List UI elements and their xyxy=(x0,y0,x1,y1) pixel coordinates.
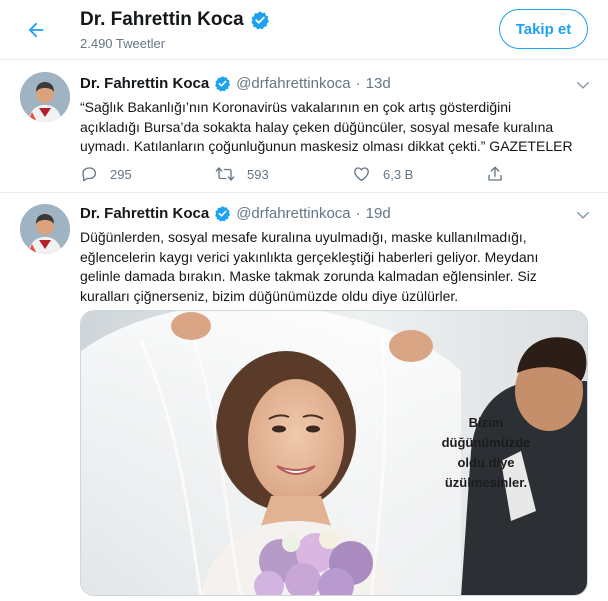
tweet-count: 2.490 Tweetler xyxy=(80,36,166,51)
more-options-button[interactable] xyxy=(575,77,591,93)
share-icon xyxy=(488,166,502,181)
tweet-text-line: Düğünlerden, sosyal mesafe kuralına uyul… xyxy=(80,229,527,245)
chevron-down-icon xyxy=(577,211,589,219)
separator-dot: · xyxy=(355,205,361,222)
chevron-down-icon xyxy=(577,81,589,89)
tweet-timestamp[interactable]: 13d xyxy=(366,75,391,92)
media-caption-line: üzülmesinler. xyxy=(444,475,528,490)
media-caption-line: oldu diye xyxy=(457,455,515,470)
profile-name-block: Dr. Fahrettin Koca xyxy=(80,9,270,31)
reply-count: 295 xyxy=(110,166,132,182)
tweet-text-line: “Sağlık Bakanlığı’nın Koronavirüs vakala… xyxy=(80,99,512,115)
tweet-text-line: açıkladığı Bursa’da sokakta halay çeken … xyxy=(80,118,554,135)
tweet-text: Düğünlerden, sosyal mesafe kuralına uyul… xyxy=(80,228,595,306)
retweet-icon xyxy=(215,167,235,181)
avatar-image xyxy=(20,72,70,122)
tweet-text-line: kuralları çiğnerseniz, bizim düğünümüzde… xyxy=(80,287,459,304)
author-name[interactable]: Dr. Fahrettin Koca xyxy=(80,75,209,92)
heart-icon xyxy=(354,167,369,182)
reply-icon xyxy=(82,167,97,182)
tweet-media-image[interactable]: Bizim düğünümüzde oldu diye üzülmesinler… xyxy=(80,310,588,596)
tweet-timestamp[interactable]: 19d xyxy=(366,205,391,222)
verified-badge-icon xyxy=(215,76,231,92)
like-button[interactable]: 6,3 B xyxy=(352,165,413,183)
separator-dot: · xyxy=(355,75,361,92)
media-caption: Bizim düğünümüzde oldu diye üzülmesinler… xyxy=(433,413,539,493)
tweet-text-line: eğlencelerin kaygı verici yakınlıkta ger… xyxy=(80,248,539,265)
retweet-count: 593 xyxy=(247,166,269,182)
reply-button[interactable]: 295 xyxy=(80,165,132,183)
tweet-header: Dr. Fahrettin Koca @drfahrettinkoca · 13… xyxy=(80,75,391,92)
tweet-header: Dr. Fahrettin Koca @drfahrettinkoca · 19… xyxy=(80,205,391,222)
author-handle[interactable]: @drfahrettinkoca xyxy=(236,75,350,92)
back-button[interactable] xyxy=(22,16,50,44)
tweet[interactable]: Dr. Fahrettin Koca @drfahrettinkoca · 19… xyxy=(0,193,608,601)
share-button[interactable] xyxy=(486,165,504,183)
verified-badge-icon xyxy=(215,206,231,222)
like-count: 6,3 B xyxy=(383,166,414,182)
avatar[interactable] xyxy=(20,204,70,254)
tweet-text-line: uymadı. Katılanların çoğunluğunun maskes… xyxy=(80,138,573,154)
tweet-text-line: gelinle damada bırakın. Maske takmak zor… xyxy=(80,268,537,284)
profile-header: Dr. Fahrettin Koca 2.490 Tweetler Takip … xyxy=(0,0,608,60)
author-name[interactable]: Dr. Fahrettin Koca xyxy=(80,205,209,222)
media-caption-line: düğünümüzde xyxy=(441,435,531,450)
avatar-image xyxy=(20,204,70,254)
follow-button[interactable]: Takip et xyxy=(499,9,588,49)
author-handle[interactable]: @drfahrettinkoca xyxy=(236,205,350,222)
retweet-button[interactable]: 593 xyxy=(215,165,269,183)
tweet[interactable]: Dr. Fahrettin Koca @drfahrettinkoca · 13… xyxy=(0,60,608,193)
verified-badge-icon xyxy=(250,11,269,30)
profile-name: Dr. Fahrettin Koca xyxy=(80,9,244,30)
more-options-button[interactable] xyxy=(575,207,591,223)
tweet-text: “Sağlık Bakanlığı’nın Koronavirüs vakala… xyxy=(80,98,595,157)
arrow-left-icon xyxy=(28,22,44,38)
avatar[interactable] xyxy=(20,72,70,122)
tweet-actions: 295 593 6,3 B xyxy=(80,165,520,185)
media-caption-line: Bizim xyxy=(468,415,504,430)
